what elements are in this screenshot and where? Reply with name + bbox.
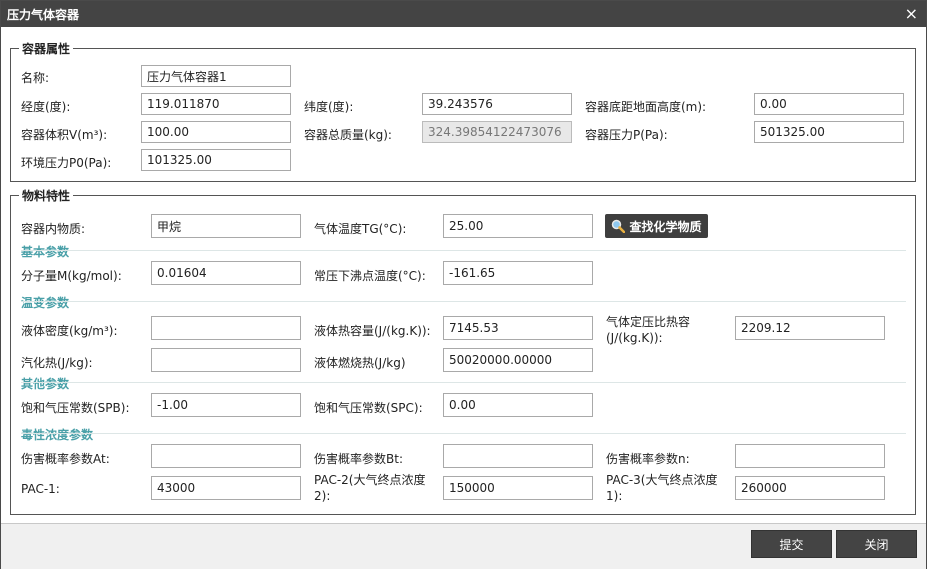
temp-params-heading: 温变参数 (21, 296, 70, 310)
temp-params-divider (21, 301, 906, 302)
boiling-point-label: 常压下沸点温度(°C): (314, 269, 426, 283)
pac1-label: PAC-1: (21, 482, 60, 496)
search-chemical-label: 查找化学物质 (629, 219, 702, 234)
env-pressure-label: 环境压力P0(Pa): (21, 156, 112, 170)
longitude-input[interactable] (141, 93, 291, 115)
spc-label: 饱和气压常数(SPC): (314, 401, 423, 415)
param-bt-label: 伤害概率参数Bt: (314, 452, 403, 466)
name-label: 名称: (21, 71, 50, 85)
spc-input[interactable] (443, 393, 593, 417)
gas-temp-label: 气体温度TG(°C): (314, 222, 407, 236)
search-icon (612, 219, 626, 233)
pressure-gas-container-dialog: 压力气体容器 × 容器属性 名称: 经度(度): 纬度(度): 容器底距地面高度… (0, 0, 927, 569)
name-input[interactable] (141, 65, 291, 87)
material-props-legend: 物料特性 (22, 189, 71, 203)
param-n-label: 伤害概率参数n: (606, 452, 690, 466)
gas-specific-heat-label: 气体定压比热容(J/(kg.K)): (606, 315, 691, 345)
param-at-label: 伤害概率参数At: (21, 452, 110, 466)
container-pressure-input[interactable] (754, 121, 904, 143)
liquid-density-input[interactable] (151, 316, 301, 340)
gas-specific-heat-input[interactable] (735, 316, 885, 340)
combustion-heat-label: 液体燃烧热(J/kg) (314, 356, 406, 370)
basic-params-heading: 基本参数 (21, 245, 70, 259)
other-params-heading: 其他参数 (21, 377, 70, 391)
param-bt-input[interactable] (443, 444, 593, 468)
container-height-input[interactable] (754, 93, 904, 115)
total-mass-label: 容器总质量(kg): (304, 128, 392, 142)
pac3-input[interactable] (735, 476, 885, 500)
substance-input[interactable] (151, 214, 301, 238)
longitude-label: 经度(度): (21, 100, 71, 114)
dialog-title: 压力气体容器 (7, 8, 80, 22)
latitude-label: 纬度(度): (304, 100, 354, 114)
pac1-input[interactable] (151, 476, 301, 500)
latitude-input[interactable] (422, 93, 572, 115)
volume-label: 容器体积V(m³): (21, 128, 108, 142)
boiling-point-input[interactable] (443, 261, 593, 285)
spb-label: 饱和气压常数(SPB): (21, 401, 130, 415)
toxicity-params-heading: 毒性浓度参数 (21, 428, 94, 442)
env-pressure-input[interactable] (141, 149, 291, 171)
close-button[interactable]: 关闭 (836, 530, 917, 558)
container-pressure-label: 容器压力P(Pa): (585, 128, 668, 142)
pac2-label: PAC-2(大气终点浓度2): (314, 473, 426, 503)
pac2-input[interactable] (443, 476, 593, 500)
substance-label: 容器内物质: (21, 222, 86, 236)
combustion-heat-input[interactable] (443, 348, 593, 372)
dialog-titlebar: 压力气体容器 × (1, 1, 926, 27)
pac3-label: PAC-3(大气终点浓度1): (606, 473, 718, 503)
close-icon[interactable]: × (905, 4, 918, 23)
vaporization-heat-label: 汽化热(J/kg): (21, 356, 93, 370)
dialog-content: 容器属性 名称: 经度(度): 纬度(度): 容器底距地面高度(m): 容器体积… (1, 27, 926, 523)
liquid-heat-capacity-input[interactable] (443, 316, 593, 340)
liquid-heat-capacity-label: 液体热容量(J/(kg.K)): (314, 324, 431, 338)
gas-temp-input[interactable] (443, 214, 593, 238)
container-height-label: 容器底距地面高度(m): (585, 100, 707, 114)
search-chemical-button[interactable]: 查找化学物质 (605, 214, 708, 238)
param-n-input[interactable] (735, 444, 885, 468)
total-mass-input (422, 121, 572, 143)
molecular-weight-label: 分子量M(kg/mol): (21, 269, 122, 283)
param-at-input[interactable] (151, 444, 301, 468)
container-props-legend: 容器属性 (22, 42, 71, 56)
molecular-weight-input[interactable] (151, 261, 301, 285)
other-params-divider (21, 382, 906, 383)
vaporization-heat-input[interactable] (151, 348, 301, 372)
spb-input[interactable] (151, 393, 301, 417)
toxicity-params-divider (21, 433, 906, 434)
volume-input[interactable] (141, 121, 291, 143)
dialog-footer: 提交 关闭 (1, 523, 926, 569)
basic-params-divider (21, 250, 906, 251)
submit-button[interactable]: 提交 (751, 530, 832, 558)
liquid-density-label: 液体密度(kg/m³): (21, 324, 118, 338)
